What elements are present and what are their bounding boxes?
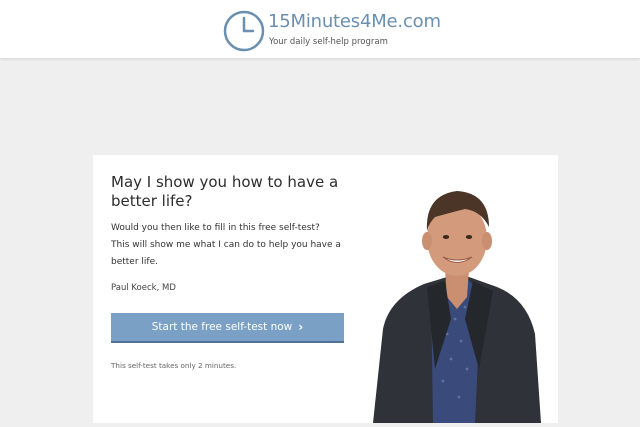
author-signature: Paul Koeck, MD	[111, 283, 176, 293]
body-line: Would you then like to fill in this free…	[111, 223, 320, 233]
body-line: better life.	[111, 257, 158, 267]
site-header: 15Minutes4Me.com Your daily self-help pr…	[0, 0, 640, 58]
start-self-test-button[interactable]: Start the free self-test now ›	[111, 313, 344, 343]
person-portrait-image	[373, 191, 541, 423]
card-body: Would you then like to fill in this free…	[111, 220, 351, 271]
site-tagline: Your daily self-help program	[269, 37, 388, 47]
card-headline: May I show you how to have a better life…	[111, 173, 339, 210]
start-self-test-label: Start the free self-test now	[151, 321, 293, 333]
site-logo[interactable]: 15Minutes4Me.com Your daily self-help pr…	[222, 9, 441, 53]
chevron-right-icon: ›	[298, 320, 304, 334]
site-title: 15Minutes4Me.com	[268, 11, 441, 32]
body-line: This will show me what I can do to help …	[111, 240, 341, 250]
clock-icon	[223, 10, 265, 52]
intro-card: May I show you how to have a better life…	[93, 155, 558, 423]
duration-note: This self-test takes only 2 minutes.	[111, 361, 237, 370]
